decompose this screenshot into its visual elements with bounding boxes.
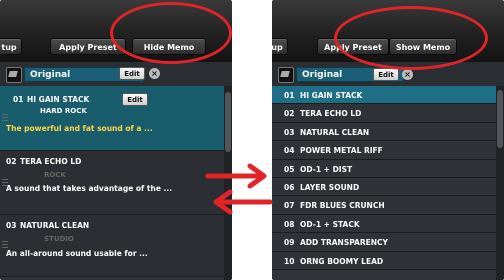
left-arrow-icon bbox=[213, 189, 273, 215]
transition-arrows bbox=[205, 163, 273, 215]
right-arrow-icon bbox=[205, 163, 267, 189]
